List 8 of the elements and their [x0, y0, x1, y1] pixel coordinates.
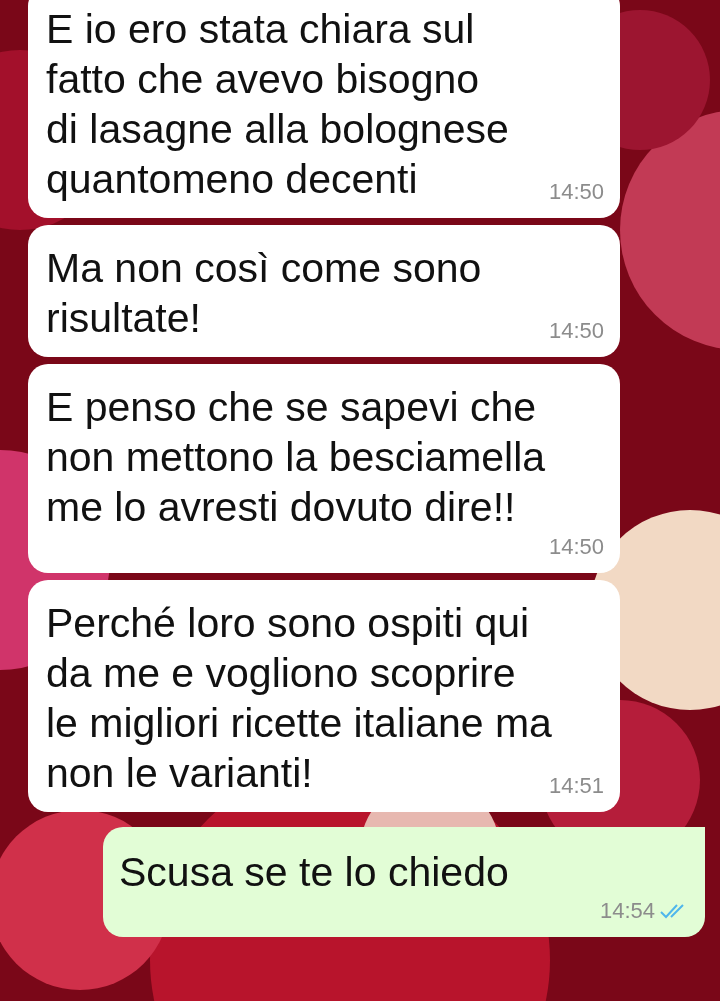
message-text: Scusa se te lo chiedo [119, 849, 509, 895]
message-text: Ma non così come sono risultate! [46, 245, 482, 341]
message-time: 14:50 [548, 533, 604, 561]
message-text: E penso che se sapevi che non mettono la besciamella me lo avresti dovuto dire!! [46, 384, 546, 530]
message-time: 14:54 [599, 897, 655, 925]
message-time: 14:50 [548, 178, 604, 206]
message-text: E io ero stata chiara sul fatto che avevo bisogno di lasagne alla bolognese quantomeno decenti [46, 6, 509, 202]
message-time: 14:50 [548, 317, 604, 345]
